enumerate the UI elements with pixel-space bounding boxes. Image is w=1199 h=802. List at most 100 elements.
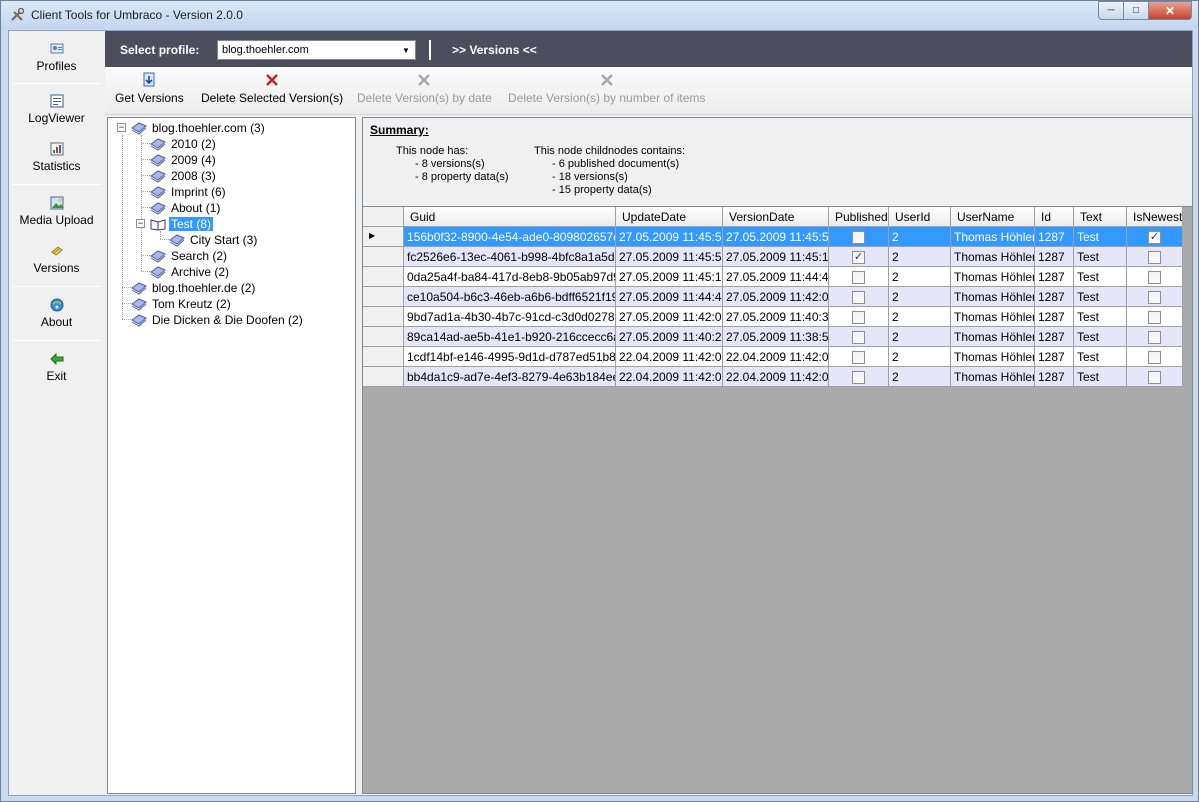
table-row[interactable]: 1cdf14bf-e146-4995-9d1d-d787ed51b81f 22.0… (363, 347, 1183, 367)
id-cell[interactable]: 1287 (1035, 247, 1074, 267)
tree-node[interactable]: Tom Kreutz (2) (131, 296, 233, 312)
column-header[interactable]: Published (829, 207, 889, 227)
text-cell[interactable]: Test (1074, 227, 1127, 247)
get-versions-button[interactable]: Get Versions (115, 70, 184, 110)
column-header[interactable]: Id (1035, 207, 1074, 227)
version-date-cell[interactable]: 22.04.2009 11:42:01 (723, 367, 829, 387)
version-date-cell[interactable]: 27.05.2009 11:38:52 (723, 327, 829, 347)
row-header[interactable] (363, 307, 404, 327)
version-date-cell[interactable]: 27.05.2009 11:45:16 (723, 247, 829, 267)
id-cell[interactable]: 1287 (1035, 287, 1074, 307)
checkbox[interactable] (1148, 351, 1161, 364)
userid-cell[interactable]: 2 (889, 347, 951, 367)
guid-cell[interactable]: bb4da1c9-ad7e-4ef3-8279-4e63b184eeee (404, 367, 616, 387)
tree-node[interactable]: 2010 (2) (150, 136, 218, 152)
checkbox[interactable] (1148, 251, 1161, 264)
table-row[interactable]: 9bd7ad1a-4b30-4b7c-91cd-c3d0d0278fbb 27.0… (363, 307, 1183, 327)
username-cell[interactable]: Thomas Höhler (951, 227, 1035, 247)
collapse-toggle[interactable]: − (136, 219, 145, 228)
username-cell[interactable]: Thomas Höhler (951, 267, 1035, 287)
minimize-button[interactable]: ─ (1098, 1, 1124, 20)
profile-select[interactable]: blog.thoehler.com ▼ (217, 40, 416, 60)
sidebar-item-statistics[interactable]: Statistics (12, 135, 101, 183)
id-cell[interactable]: 1287 (1035, 267, 1074, 287)
chevron-down-icon[interactable]: ▼ (398, 42, 414, 58)
update-date-cell[interactable]: 27.05.2009 11:40:28 (616, 327, 723, 347)
text-cell[interactable]: Test (1074, 327, 1127, 347)
version-date-cell[interactable]: 27.05.2009 11:44:45 (723, 267, 829, 287)
sidebar-item-logviewer[interactable]: LogViewer (12, 87, 101, 135)
row-header[interactable] (363, 347, 404, 367)
text-cell[interactable]: Test (1074, 247, 1127, 267)
tree-node[interactable]: Die Dicken & Die Doofen (2) (131, 312, 305, 328)
column-header[interactable]: Guid (404, 207, 616, 227)
checkbox[interactable] (1148, 291, 1161, 304)
tree-node[interactable]: About (1) (150, 200, 222, 216)
version-date-cell[interactable]: 27.05.2009 11:45:58 (723, 227, 829, 247)
tree-node[interactable]: Search (2) (150, 248, 229, 264)
username-cell[interactable]: Thomas Höhler (951, 247, 1035, 267)
guid-cell[interactable]: 9bd7ad1a-4b30-4b7c-91cd-c3d0d0278fbb (404, 307, 616, 327)
table-row[interactable]: 89ca14ad-ae5b-41e1-b920-216ccecc6a9e 27.0… (363, 327, 1183, 347)
version-date-cell[interactable]: 27.05.2009 11:40:30 (723, 307, 829, 327)
text-cell[interactable]: Test (1074, 267, 1127, 287)
checkbox[interactable] (1148, 371, 1161, 384)
userid-cell[interactable]: 2 (889, 247, 951, 267)
checkbox[interactable] (852, 291, 865, 304)
update-date-cell[interactable]: 22.04.2009 11:42:05 (616, 347, 723, 367)
row-header[interactable] (363, 267, 404, 287)
column-header[interactable]: VersionDate (723, 207, 829, 227)
username-cell[interactable]: Thomas Höhler (951, 367, 1035, 387)
text-cell[interactable]: Test (1074, 367, 1127, 387)
tree-node[interactable]: blog.thoehler.de (2) (131, 280, 257, 296)
checkbox[interactable] (1148, 311, 1161, 324)
guid-cell[interactable]: 0da25a4f-ba84-417d-8eb8-9b05ab97d965 (404, 267, 616, 287)
checkbox[interactable] (1148, 331, 1161, 344)
text-cell[interactable]: Test (1074, 307, 1127, 327)
guid-cell[interactable]: fc2526e6-13ec-4061-b998-4bfc8a1a5d98 (404, 247, 616, 267)
update-date-cell[interactable]: 27.05.2009 11:42:08 (616, 307, 723, 327)
update-date-cell[interactable]: 22.04.2009 11:42:05 (616, 367, 723, 387)
text-cell[interactable]: Test (1074, 347, 1127, 367)
column-header[interactable]: UserId (889, 207, 951, 227)
userid-cell[interactable]: 2 (889, 287, 951, 307)
sidebar-item-about[interactable]: About (12, 291, 101, 339)
userid-cell[interactable]: 2 (889, 227, 951, 247)
guid-cell[interactable]: 156b0f32-8900-4e54-ade0-809802657ce4 (404, 227, 616, 247)
content-tree[interactable]: − − blog.thoehler.com (3) 2010 (2) 2009 … (107, 117, 356, 794)
column-header[interactable]: Text (1074, 207, 1127, 227)
userid-cell[interactable]: 2 (889, 327, 951, 347)
id-cell[interactable]: 1287 (1035, 227, 1074, 247)
tree-node[interactable]: 2008 (3) (150, 168, 218, 184)
table-row[interactable]: 0da25a4f-ba84-417d-8eb8-9b05ab97d965 27.0… (363, 267, 1183, 287)
checkbox[interactable] (852, 231, 865, 244)
table-row[interactable]: ce10a504-b6c3-46eb-a6b6-bdff6521f19c 27.0… (363, 287, 1183, 307)
checkbox[interactable] (852, 371, 865, 384)
checkbox[interactable] (852, 331, 865, 344)
checkbox[interactable] (852, 271, 865, 284)
maximize-button[interactable]: □ (1124, 1, 1149, 20)
update-date-cell[interactable]: 27.05.2009 11:45:16 (616, 267, 723, 287)
delete-by-count-button[interactable]: Delete Version(s) by number of items (508, 70, 705, 110)
guid-cell[interactable]: ce10a504-b6c3-46eb-a6b6-bdff6521f19c (404, 287, 616, 307)
version-date-cell[interactable]: 22.04.2009 11:42:05 (723, 347, 829, 367)
username-cell[interactable]: Thomas Höhler (951, 287, 1035, 307)
guid-cell[interactable]: 1cdf14bf-e146-4995-9d1d-d787ed51b81f (404, 347, 616, 367)
sidebar-item-exit[interactable]: Exit (12, 345, 101, 393)
username-cell[interactable]: Thomas Höhler (951, 307, 1035, 327)
row-header[interactable] (363, 327, 404, 347)
row-header[interactable]: ▶ (363, 227, 404, 247)
table-row[interactable]: fc2526e6-13ec-4061-b998-4bfc8a1a5d98 27.0… (363, 247, 1183, 267)
id-cell[interactable]: 1287 (1035, 367, 1074, 387)
column-header[interactable]: UpdateDate (616, 207, 723, 227)
version-date-cell[interactable]: 27.05.2009 11:42:08 (723, 287, 829, 307)
id-cell[interactable]: 1287 (1035, 347, 1074, 367)
checkbox[interactable] (852, 311, 865, 324)
title-bar[interactable]: Client Tools for Umbraco - Version 2.0.0… (1, 1, 1198, 29)
table-row[interactable]: ▶ 156b0f32-8900-4e54-ade0-809802657ce4 27.… (363, 227, 1183, 247)
collapse-toggle[interactable]: − (117, 123, 126, 132)
update-date-cell[interactable]: 27.05.2009 11:45:58 (616, 227, 723, 247)
column-header[interactable]: UserName (951, 207, 1035, 227)
tree-node[interactable]: City Start (3) (169, 232, 259, 248)
tree-node[interactable]: blog.thoehler.com (3) (131, 120, 267, 136)
